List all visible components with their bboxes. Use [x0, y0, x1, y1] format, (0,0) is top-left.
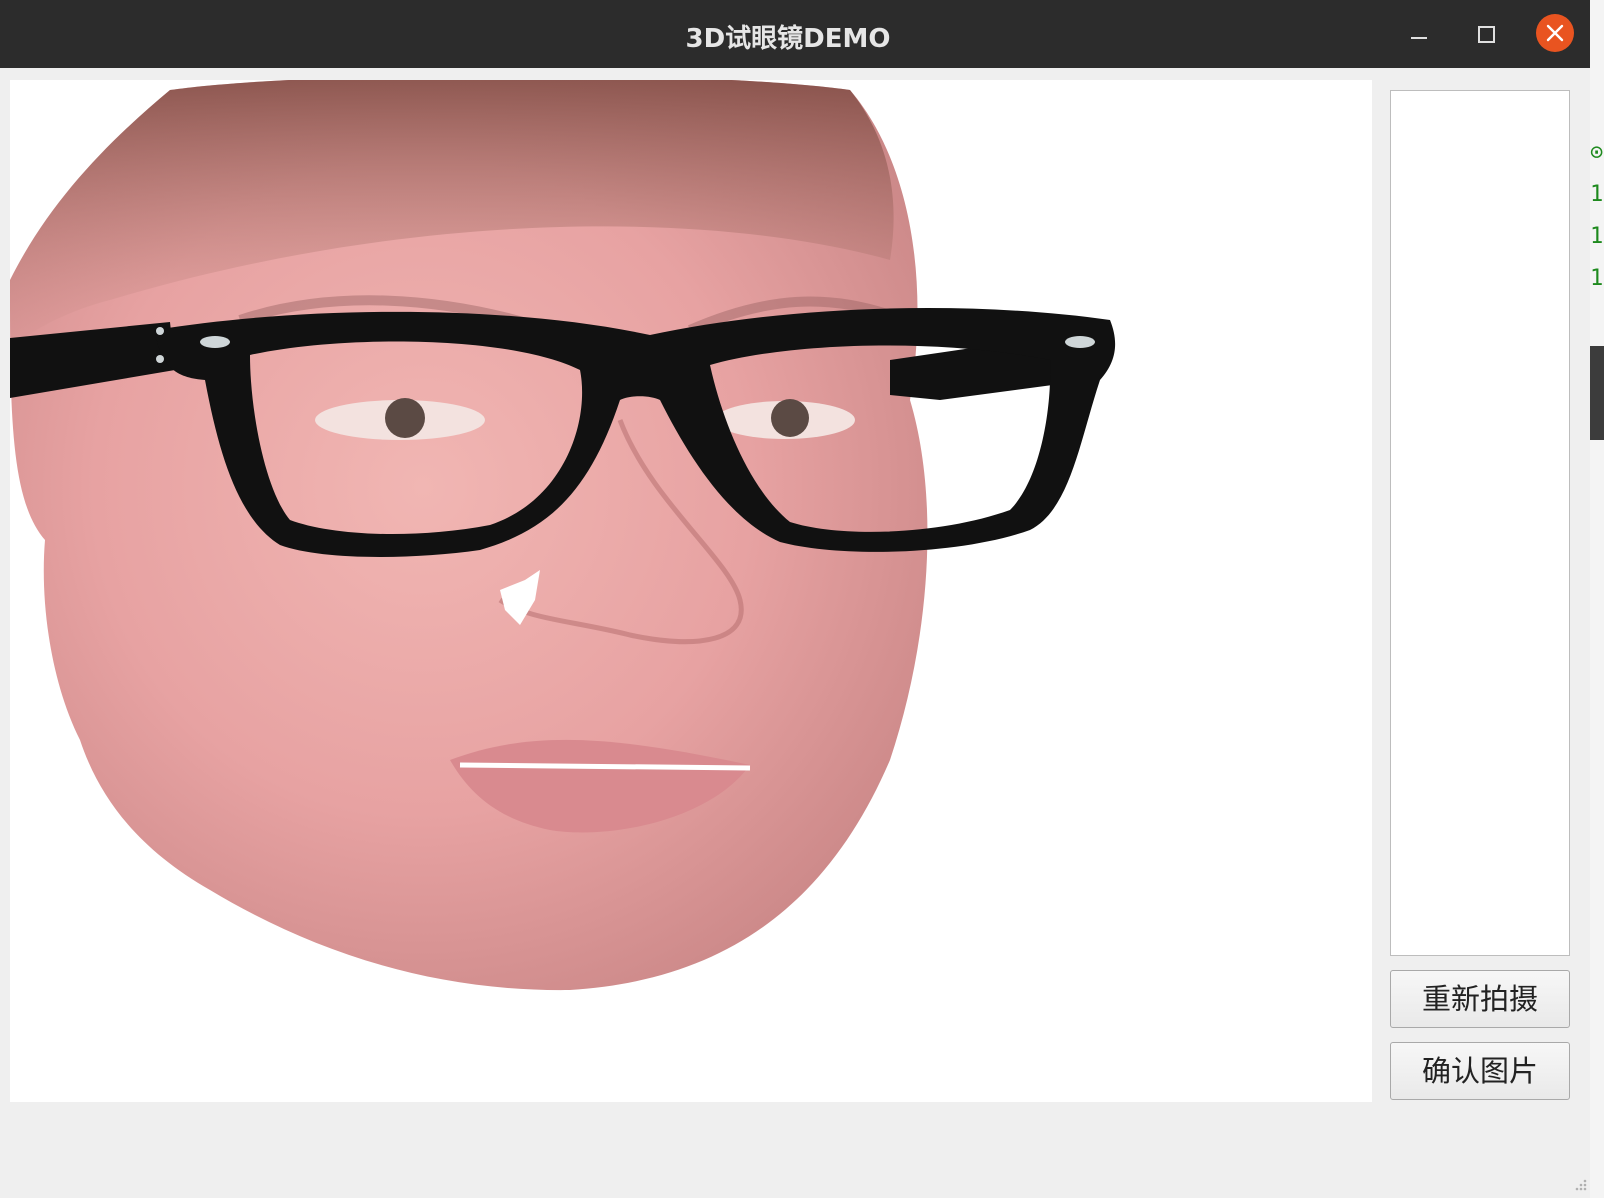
background-window-edge [1590, 0, 1604, 1198]
title-bar[interactable]: 3D试眼镜DEMO [0, 0, 1590, 68]
retake-button[interactable]: 重新拍摄 [1390, 970, 1570, 1028]
face-render-image [10, 80, 1116, 991]
background-terminal-glyph: 1 [1590, 182, 1604, 207]
close-icon [1546, 24, 1564, 42]
background-terminal-glyph: ⊙ [1590, 140, 1604, 165]
background-window-band [1590, 346, 1604, 440]
resize-grip-icon[interactable] [1572, 1176, 1588, 1192]
preview-canvas[interactable] [10, 80, 1372, 1102]
minimize-button[interactable] [1402, 20, 1436, 50]
thumbnail-panel [1390, 90, 1570, 956]
background-terminal-glyph: 1 [1590, 224, 1604, 249]
close-button[interactable] [1536, 14, 1574, 52]
confirm-image-button[interactable]: 确认图片 [1390, 1042, 1570, 1100]
window-title: 3D试眼镜DEMO [685, 24, 891, 54]
maximize-button[interactable] [1468, 18, 1502, 52]
background-terminal-glyph: 1 [1590, 266, 1604, 291]
